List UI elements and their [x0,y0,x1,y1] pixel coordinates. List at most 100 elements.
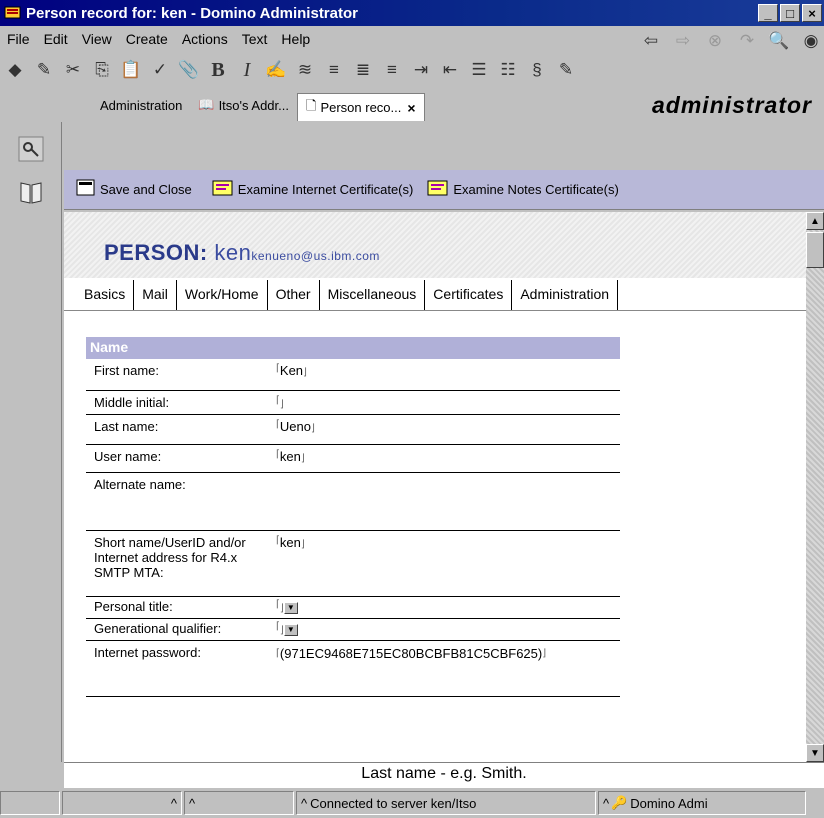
color-icon[interactable]: ≋ [292,57,318,83]
minimize-button[interactable]: _ [758,4,778,22]
field-label: Generational qualifier: [94,621,222,636]
document-area: PERSON: kenkenueno@us.ibm.com Basics Mai… [64,212,806,762]
tab-certificates[interactable]: Certificates [425,280,513,310]
short-name-field[interactable]: ⌈ken⌋ [276,531,620,596]
scroll-thumb[interactable] [806,232,824,268]
status-cell[interactable]: ^ [184,791,294,815]
field-value: ken [279,449,301,464]
examine-internet-certificate-button[interactable]: Examine Internet Certificate(s) [212,179,414,200]
menu-file[interactable]: File [0,31,37,47]
outdent-icon[interactable]: ⇤ [437,57,463,83]
key-icon[interactable] [14,132,48,166]
field-row-user-name: User name: ⌈ken⌋ [86,445,620,473]
action-label: Examine Internet Certificate(s) [237,182,414,197]
tab-basics[interactable]: Basics [76,280,135,310]
tab-mail[interactable]: Mail [134,280,177,310]
menu-actions[interactable]: Actions [175,31,235,47]
paste-icon[interactable]: 📋 [118,57,144,83]
window-titlebar[interactable]: Person record for: ken - Domino Administ… [0,0,824,26]
search-icon[interactable]: 🔍 [766,28,792,54]
field-label: First name: [94,363,160,378]
close-window-button[interactable]: × [802,4,822,22]
examine-notes-certificate-button[interactable]: Examine Notes Certificate(s) [427,179,619,200]
field-label: Alternate name: [94,477,186,492]
action-label: Examine Notes Certificate(s) [453,182,619,197]
maximize-button[interactable]: □ [780,4,800,22]
last-name-field[interactable]: ⌈Ueno⌋ [276,415,620,444]
globe-icon[interactable]: ◉ [798,28,824,54]
tab-address-book[interactable]: 📖 Itso's Addr... [190,91,297,119]
bullets-icon[interactable]: ☰ [466,57,492,83]
tab-miscellaneous[interactable]: Miscellaneous [319,280,426,310]
document-tabs: Basics Mail Work/Home Other Miscellaneou… [76,280,619,310]
menu-help[interactable]: Help [274,31,317,47]
tab-work-home[interactable]: Work/Home [176,280,268,310]
refresh-icon[interactable]: ↷ [734,28,760,54]
personal-title-field[interactable]: ⌈⌋ ▼ [276,597,620,618]
section-heading: Name [86,337,620,359]
tab-person-record[interactable]: 🗋 Person reco... × [296,93,425,121]
attach-icon[interactable]: 📎 [176,57,202,83]
person-label: PERSON: [104,240,208,265]
highlight-icon[interactable]: ✍ [263,57,289,83]
align-right-icon[interactable]: ≡ [379,57,405,83]
menu-create[interactable]: Create [119,31,175,47]
field-row-short-name: Short name/UserID and/or Internet addres… [86,531,620,597]
alternate-name-field[interactable] [276,473,620,530]
align-left-icon[interactable]: ≡ [321,57,347,83]
field-label: Personal title: [94,599,173,614]
back-arrow-icon[interactable]: ⇦ [638,28,664,54]
italic-button[interactable]: I [234,57,260,83]
middle-initial-field[interactable]: ⌈⌋ [276,391,620,414]
tab-divider [64,310,806,311]
forward-arrow-icon[interactable]: ⇨ [670,28,696,54]
field-label: User name: [94,449,162,464]
person-name: ken [214,240,252,265]
numbering-icon[interactable]: ☷ [495,57,521,83]
save-and-close-button[interactable]: Save and Close [76,179,192,200]
save-icon [76,179,96,200]
menu-edit[interactable]: Edit [37,31,75,47]
field-row-alternate-name: Alternate name: [86,473,620,531]
status-cell[interactable]: ^ [62,791,182,815]
action-bar: Save and Close Examine Internet Certific… [64,170,824,210]
scroll-down-icon[interactable]: ▼ [806,744,824,762]
server-status[interactable]: ^ Connected to server ken/Itso [296,791,596,815]
field-value: Ueno [279,419,311,434]
generational-qualifier-field[interactable]: ⌈⌋ ▼ [276,619,620,640]
certificate-icon [212,179,234,200]
tab-administration-doc[interactable]: Administration [512,280,619,310]
vertical-scrollbar[interactable]: ▲ ▼ [806,212,824,762]
edit-icon[interactable]: ✎ [31,57,57,83]
navigate-icon[interactable]: ◆ [2,57,28,83]
user-name-field[interactable]: ⌈ken⌋ [276,445,620,472]
document-header: PERSON: kenkenueno@us.ibm.com [64,212,806,278]
internet-password-field[interactable]: ⌈(971EC9468E715EC80BCBFB81C5CBF625)⌋ [276,641,620,696]
name-form: Name First name: ⌈Ken⌋ Middle initial: ⌈… [86,337,620,697]
more-icon[interactable]: ✎ [553,57,579,83]
close-tab-icon[interactable]: × [407,100,415,116]
bold-button[interactable]: B [205,57,231,83]
app-status-text: Domino Admi [630,795,708,811]
book-icon: 📖 [198,97,215,112]
field-row-generational-qualifier: Generational qualifier: ⌈⌋ ▼ [86,619,620,641]
menu-view[interactable]: View [75,31,119,47]
dropdown-arrow-icon[interactable]: ▼ [283,601,298,614]
align-center-icon[interactable]: ≣ [350,57,376,83]
styles-icon[interactable]: § [524,57,550,83]
tab-other[interactable]: Other [267,280,320,310]
menu-text[interactable]: Text [235,31,275,47]
first-name-field[interactable]: ⌈Ken⌋ [276,359,620,390]
brand-label: administrator [652,92,812,118]
cut-icon[interactable]: ✂ [60,57,86,83]
book-icon[interactable] [14,176,48,210]
dropdown-arrow-icon[interactable]: ▼ [283,623,298,636]
tab-administration[interactable]: Administration [0,91,190,119]
scroll-up-icon[interactable]: ▲ [806,212,824,230]
field-row-personal-title: Personal title: ⌈⌋ ▼ [86,597,620,619]
copy-icon[interactable]: ⎘ [89,57,115,83]
app-status[interactable]: ^ 🔑 Domino Admi [598,791,806,815]
indent-icon[interactable]: ⇥ [408,57,434,83]
link-icon[interactable]: ✓ [147,57,173,83]
stop-icon[interactable]: ⊗ [702,28,728,54]
